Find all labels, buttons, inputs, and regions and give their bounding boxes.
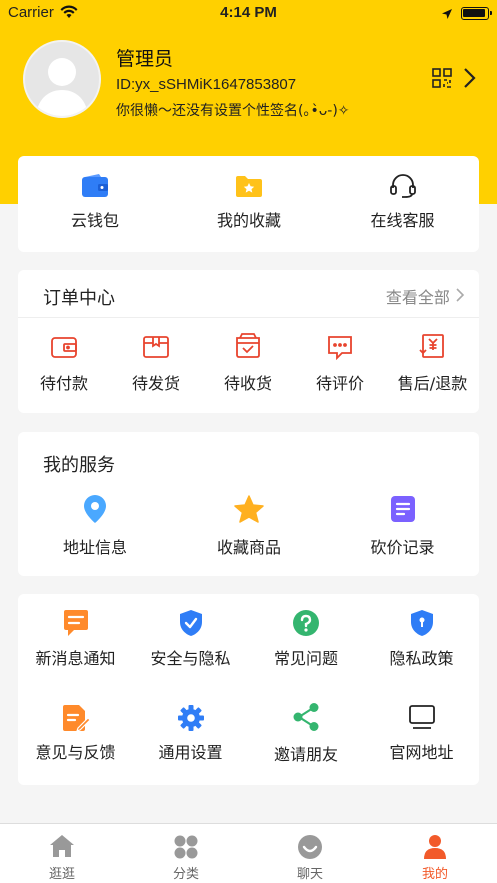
order-pending-payment-label: 待付款: [39, 374, 88, 393]
faq-label: 常见问题: [273, 649, 338, 668]
box-icon: [142, 335, 170, 363]
monitor-icon: [408, 704, 436, 734]
message-icon: [62, 609, 90, 641]
order-pending-review[interactable]: 待评价: [294, 318, 386, 413]
wallet-pay-icon: [50, 335, 78, 363]
order-center-card: 订单中心 查看全部 待付款 待发货 待收货 待评价 售后/退款: [18, 270, 479, 413]
general-settings-button[interactable]: 通用设置: [133, 689, 248, 785]
qr-code-icon[interactable]: [432, 68, 452, 92]
invite-friends-button[interactable]: 邀请朋友: [248, 689, 364, 785]
privacy-policy-label: 隐私政策: [389, 649, 454, 668]
bag-check-icon: [234, 333, 262, 363]
order-after-sales-label: 售后/退款: [397, 374, 468, 393]
category-icon: [173, 834, 199, 864]
bargain-records-button[interactable]: 砍价记录: [326, 484, 479, 574]
question-icon: [292, 609, 320, 641]
gear-icon: [177, 704, 205, 736]
online-support-label: 在线客服: [370, 211, 435, 230]
order-after-sales[interactable]: 售后/退款: [386, 318, 479, 413]
status-time: 4:14 PM: [220, 4, 277, 21]
tab-category-label: 分类: [172, 867, 199, 882]
tab-mine-label: 我的: [421, 867, 448, 882]
person-icon: [423, 834, 447, 864]
wallet-icon: [81, 174, 109, 202]
general-settings-label: 通用设置: [158, 743, 223, 762]
my-services-card: 我的服务 地址信息 收藏商品 砍价记录: [18, 432, 479, 576]
bargain-records-label: 砍价记录: [370, 538, 435, 557]
user-id: ID:yx_sSHMiK1647853807: [116, 76, 297, 93]
my-services-title: 我的服务: [43, 455, 115, 476]
order-pending-payment[interactable]: 待付款: [18, 318, 110, 413]
view-all-chevron-icon: [455, 287, 465, 306]
my-favorites-button[interactable]: 我的收藏: [172, 156, 326, 252]
home-icon: [49, 834, 75, 862]
avatar[interactable]: [23, 40, 101, 118]
tab-category[interactable]: 分类: [124, 824, 248, 883]
tab-chat-label: 聊天: [296, 867, 323, 882]
chat-face-icon: [297, 834, 323, 864]
faq-button[interactable]: 常见问题: [248, 594, 364, 689]
refund-icon: [418, 333, 447, 363]
cloud-wallet-button[interactable]: 云钱包: [18, 156, 172, 252]
document-icon: [390, 495, 416, 527]
share-icon: [291, 702, 321, 736]
view-all-orders-link[interactable]: 查看全部: [386, 284, 465, 308]
official-website-label: 官网地址: [389, 743, 454, 762]
order-pending-receipt-label: 待收货: [223, 374, 272, 393]
order-pending-shipment[interactable]: 待发货: [110, 318, 202, 413]
new-message-notify-button[interactable]: 新消息通知: [18, 594, 133, 689]
address-info-label: 地址信息: [62, 538, 127, 557]
status-bar: Carrier 4:14 PM: [0, 0, 497, 26]
battery-icon: [461, 7, 492, 20]
online-support-button[interactable]: 在线客服: [326, 156, 479, 252]
cloud-wallet-label: 云钱包: [70, 211, 119, 230]
feedback-button[interactable]: 意见与反馈: [18, 689, 133, 785]
tab-mine[interactable]: 我的: [373, 824, 497, 883]
order-pending-review-label: 待评价: [315, 374, 364, 393]
order-pending-receipt[interactable]: 待收货: [202, 318, 294, 413]
shield-check-icon: [178, 609, 204, 641]
order-center-title: 订单中心: [43, 288, 115, 309]
favorite-goods-button[interactable]: 收藏商品: [172, 484, 326, 574]
security-privacy-button[interactable]: 安全与隐私: [133, 594, 248, 689]
star-icon: [234, 495, 264, 527]
tab-browse[interactable]: 逛逛: [0, 824, 124, 883]
my-favorites-label: 我的收藏: [216, 211, 281, 230]
profile-chevron-right-icon[interactable]: [462, 67, 476, 93]
address-info-button[interactable]: 地址信息: [18, 484, 172, 574]
user-name: 管理员: [116, 48, 174, 70]
official-website-button[interactable]: 官网地址: [364, 689, 479, 785]
new-message-notify-label: 新消息通知: [35, 649, 116, 668]
headset-icon: [389, 173, 417, 203]
feedback-icon: [62, 704, 91, 736]
security-privacy-label: 安全与隐私: [150, 649, 231, 668]
quick-actions-card: 云钱包 我的收藏 在线客服: [18, 156, 479, 252]
privacy-policy-button[interactable]: 隐私政策: [364, 594, 479, 689]
invite-friends-label: 邀请朋友: [273, 745, 338, 764]
tab-browse-label: 逛逛: [48, 867, 75, 882]
view-all-label: 查看全部: [385, 288, 450, 307]
settings-card: 新消息通知 安全与隐私 常见问题 隐私政策 意见与反馈 通用设置 邀请朋友 官网…: [18, 594, 479, 785]
folder-star-icon: [235, 174, 263, 202]
favorite-goods-label: 收藏商品: [216, 538, 281, 557]
location-pin-icon: [82, 494, 108, 528]
chat-bubble-icon: [326, 334, 354, 364]
order-pending-shipment-label: 待发货: [131, 374, 180, 393]
tab-chat[interactable]: 聊天: [248, 824, 372, 883]
user-signature: 你很懒～还没有设置个性签名(｡•̀ᴗ-)✧: [116, 103, 350, 119]
location-arrow-icon: [441, 6, 453, 24]
bottom-tab-bar: 逛逛 分类 聊天 我的: [0, 823, 497, 883]
shield-lock-icon: [409, 609, 435, 641]
feedback-label: 意见与反馈: [35, 743, 116, 762]
